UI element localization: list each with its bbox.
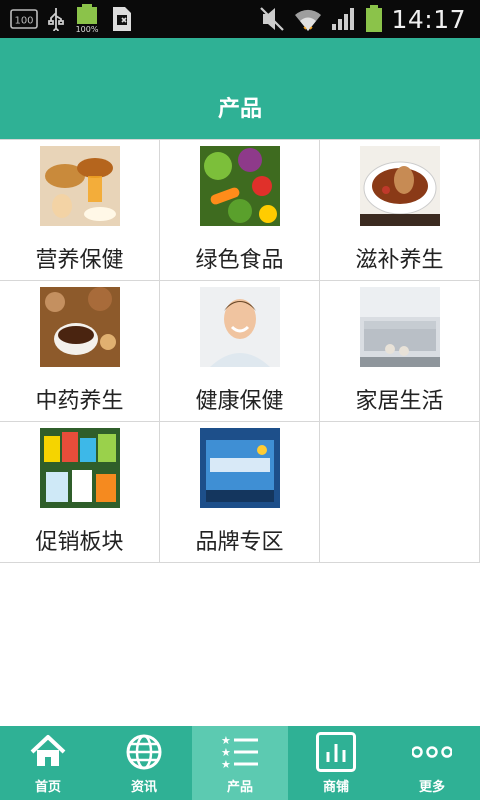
tab-home[interactable]: 首页: [0, 726, 96, 800]
soup-photo: [360, 146, 440, 226]
tab-news[interactable]: 资讯: [96, 726, 192, 800]
product-label: 绿色食品: [195, 248, 284, 273]
tab-label: 更多: [418, 780, 445, 795]
tab-label: 资讯: [130, 780, 157, 795]
product-label: 滋补养生: [355, 248, 444, 273]
product-grid: 营养保健 绿色食品 滋补养生 中药养生 健康保健 家居生活 促销板块 品牌专区: [0, 139, 480, 563]
tab-label: 商铺: [322, 780, 349, 795]
app-header: 产品: [0, 38, 480, 139]
brand-box-photo: [200, 428, 280, 508]
product-label: 促销板块: [35, 530, 124, 555]
wifi-icon: [293, 5, 323, 33]
screenshot-icon: [110, 6, 134, 32]
svg-text:100%: 100%: [76, 25, 99, 34]
product-label: 中药养生: [35, 389, 124, 414]
product-item-green-food[interactable]: 绿色食品: [160, 140, 320, 280]
food-photo: [40, 146, 120, 226]
product-label: 营养保健: [35, 248, 124, 273]
home-icon: [28, 732, 68, 772]
page-title: 产品: [217, 97, 262, 122]
clock: 14:17: [391, 4, 466, 34]
list-star-icon: ★ ★ ★: [220, 732, 260, 772]
product-label: 品牌专区: [195, 530, 284, 555]
tab-label: 首页: [34, 780, 61, 795]
grid-row: 营养保健 绿色食品 滋补养生: [0, 140, 480, 281]
smiling-man-photo: [200, 287, 280, 367]
product-item-tonic[interactable]: 滋补养生: [320, 140, 480, 280]
usb-icon: [48, 7, 64, 31]
battery-icon: [365, 5, 383, 33]
vibrate-mute-icon: [259, 6, 285, 32]
globe-icon: [124, 732, 164, 772]
product-item-nutrition[interactable]: 营养保健: [0, 140, 160, 280]
product-item-health[interactable]: 健康保健: [160, 281, 320, 421]
product-item-promotion[interactable]: 促销板块: [0, 422, 160, 562]
product-label: 健康保健: [195, 389, 284, 414]
herbal-tea-photo: [40, 287, 120, 367]
kitchen-photo: [360, 287, 440, 367]
svg-text:★: ★: [221, 758, 231, 771]
tab-products[interactable]: ★ ★ ★ 产品: [192, 726, 288, 800]
sd-card-icon: 100: [10, 9, 38, 29]
grid-row: 中药养生 健康保健 家居生活: [0, 281, 480, 422]
vegetables-photo: [200, 146, 280, 226]
empty-cell: [320, 422, 480, 562]
promotion-goods-photo: [40, 428, 120, 508]
tab-more[interactable]: 更多: [384, 726, 480, 800]
more-dots-icon: [411, 732, 453, 772]
bar-chart-icon: [316, 732, 356, 772]
tab-shops[interactable]: 商铺: [288, 726, 384, 800]
bottom-tab-bar: 首页 资讯 ★ ★ ★ 产品 商铺 更多: [0, 726, 480, 800]
svg-text:100: 100: [14, 16, 33, 27]
status-bar: 100 100% 14:17: [0, 0, 480, 38]
battery-100-icon: 100%: [74, 4, 100, 34]
product-label: 家居生活: [355, 389, 444, 414]
product-item-brand[interactable]: 品牌专区: [160, 422, 320, 562]
product-item-home[interactable]: 家居生活: [320, 281, 480, 421]
tab-label: 产品: [226, 780, 253, 795]
product-item-herbal[interactable]: 中药养生: [0, 281, 160, 421]
grid-row: 促销板块 品牌专区: [0, 422, 480, 563]
signal-icon: [331, 7, 357, 31]
